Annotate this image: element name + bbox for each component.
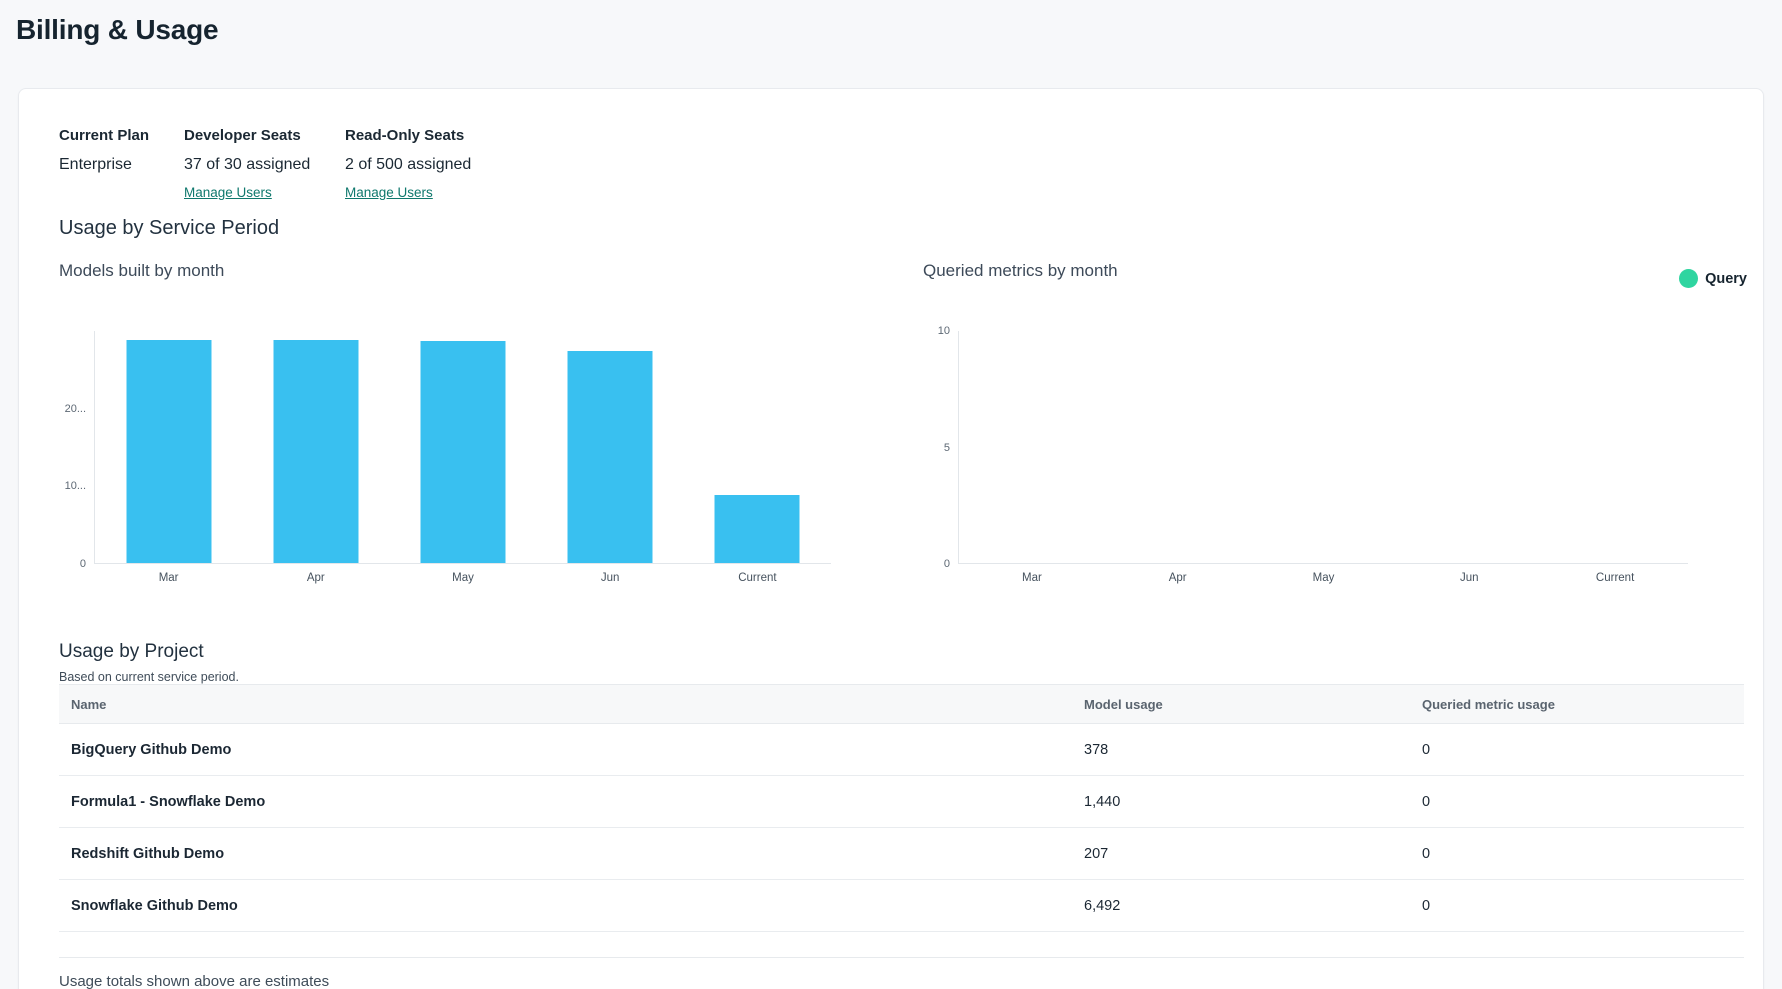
y-tick-label: 0	[944, 558, 950, 570]
table-row: Snowflake Github Demo6,4920	[59, 880, 1744, 932]
models-built-chart-title: Models built by month	[59, 259, 831, 283]
current-plan-value: Enterprise	[59, 156, 149, 174]
x-axis-label: Mar	[159, 572, 179, 584]
table-row: BigQuery Github Demo3780	[59, 724, 1744, 776]
queried-metrics-plot: 0510 MarAprMayJunCurrent	[923, 331, 1688, 564]
y-tick-label: 20...	[65, 403, 86, 415]
page-title: Billing & Usage	[16, 14, 218, 46]
model-usage-cell: 1,440	[1084, 794, 1422, 810]
plot-area: MarAprMayJunCurrent	[94, 331, 831, 564]
y-tick-label: 0	[80, 558, 86, 570]
query-legend: Query	[1679, 269, 1747, 288]
project-name-cell: Snowflake Github Demo	[59, 898, 1084, 914]
queried-metrics-chart: Queried metrics by month 0510 MarAprMayJ…	[923, 259, 1688, 283]
project-name-cell: Formula1 - Snowflake Demo	[59, 794, 1084, 810]
model-usage-cell: 6,492	[1084, 898, 1422, 914]
x-axis-label: Current	[738, 572, 776, 584]
manage-developer-users-link[interactable]: Manage Users	[184, 185, 272, 200]
x-axis-label: Apr	[307, 572, 325, 584]
current-plan-label: Current Plan	[59, 127, 149, 144]
developer-seats-label: Developer Seats	[184, 127, 310, 144]
models-built-plot: 010...20... MarAprMayJunCurrent	[59, 331, 831, 564]
usage-by-project-table: NameModel usageQueried metric usage BigQ…	[59, 684, 1744, 958]
developer-seats-summary: Developer Seats 37 of 30 assigned Manage…	[184, 127, 310, 202]
queried-metrics-chart-title: Queried metrics by month	[923, 259, 1688, 283]
bar-mar	[126, 340, 211, 563]
y-tick-label: 5	[944, 442, 950, 454]
queried-metric-usage-cell: 0	[1422, 794, 1744, 810]
current-plan-summary: Current Plan Enterprise	[59, 127, 149, 174]
x-axis-label: Apr	[1169, 572, 1187, 584]
table-empty-row	[59, 932, 1744, 958]
model-usage-cell: 207	[1084, 846, 1422, 862]
readonly-seats-label: Read-Only Seats	[345, 127, 471, 144]
bar-current	[715, 495, 800, 563]
manage-readonly-users-link[interactable]: Manage Users	[345, 185, 433, 200]
queried-metric-usage-cell: 0	[1422, 742, 1744, 758]
bar-may	[421, 341, 506, 563]
table-header-cell: Name	[59, 697, 1084, 712]
usage-by-service-period-heading: Usage by Service Period	[59, 217, 279, 240]
y-tick-label: 10	[938, 325, 950, 337]
y-axis: 0510	[923, 331, 958, 564]
bar-apr	[273, 340, 358, 563]
x-axis-label: Current	[1596, 572, 1634, 584]
x-axis-label: Jun	[1460, 572, 1479, 584]
models-built-chart: Models built by month 010...20... MarApr…	[59, 259, 831, 283]
plot-area: MarAprMayJunCurrent	[958, 331, 1688, 564]
y-tick-label: 10...	[65, 480, 86, 492]
table-row: Redshift Github Demo2070	[59, 828, 1744, 880]
model-usage-cell: 378	[1084, 742, 1422, 758]
queried-metric-usage-cell: 0	[1422, 846, 1744, 862]
query-legend-label: Query	[1705, 271, 1747, 287]
table-header-cell: Model usage	[1084, 697, 1422, 712]
billing-card: Current Plan Enterprise Developer Seats …	[18, 88, 1764, 989]
project-name-cell: BigQuery Github Demo	[59, 742, 1084, 758]
developer-seats-value: 37 of 30 assigned	[184, 156, 310, 174]
table-row: Formula1 - Snowflake Demo1,4400	[59, 776, 1744, 828]
usage-estimates-note: Usage totals shown above are estimates	[59, 973, 329, 989]
usage-by-project-subtitle: Based on current service period.	[59, 670, 239, 684]
x-axis-label: May	[1313, 572, 1335, 584]
x-axis-label: Mar	[1022, 572, 1042, 584]
table-header-cell: Queried metric usage	[1422, 697, 1744, 712]
table-header-row: NameModel usageQueried metric usage	[59, 684, 1744, 724]
readonly-seats-summary: Read-Only Seats 2 of 500 assigned Manage…	[345, 127, 471, 202]
project-name-cell: Redshift Github Demo	[59, 846, 1084, 862]
queried-metric-usage-cell: 0	[1422, 898, 1744, 914]
bar-jun	[568, 351, 653, 563]
usage-by-project-heading: Usage by Project	[59, 641, 204, 663]
x-axis-label: May	[452, 572, 474, 584]
y-axis: 010...20...	[59, 331, 94, 564]
query-legend-dot-icon	[1679, 269, 1698, 288]
readonly-seats-value: 2 of 500 assigned	[345, 156, 471, 174]
x-axis-label: Jun	[601, 572, 620, 584]
